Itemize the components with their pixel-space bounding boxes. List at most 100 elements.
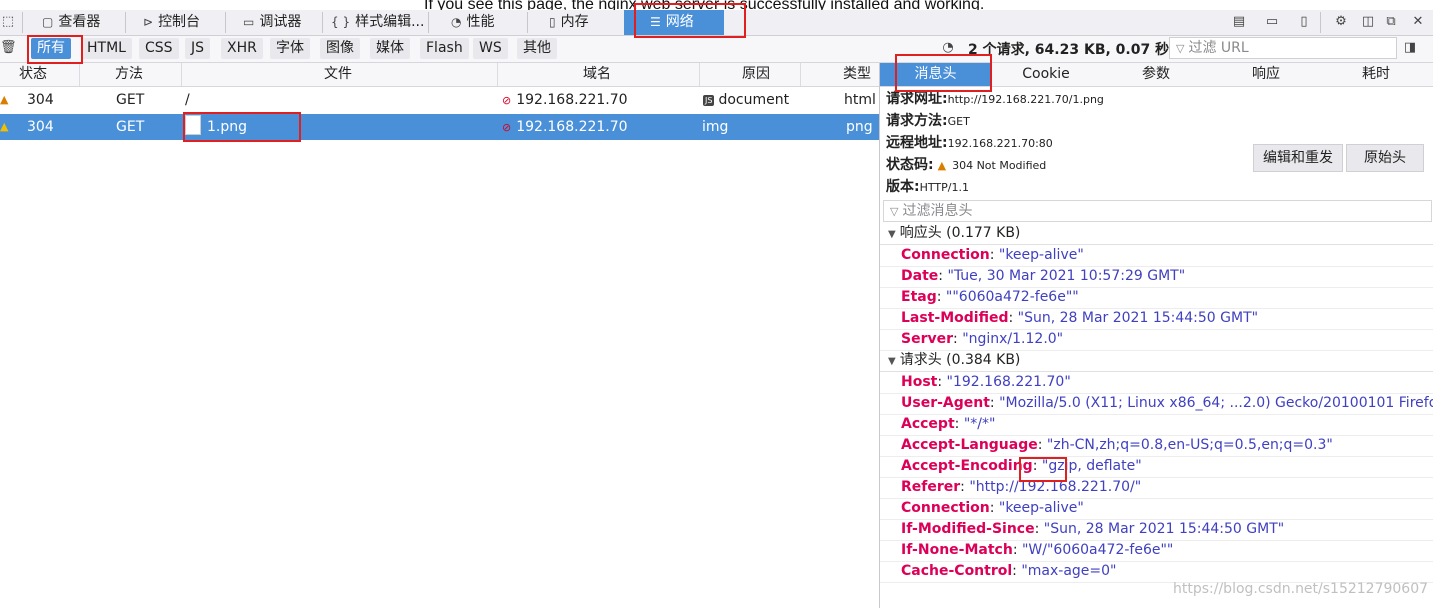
gear-icon[interactable]: ⚙	[1333, 14, 1349, 30]
tab-cookies[interactable]: Cookie	[991, 63, 1101, 86]
tab-response[interactable]: 响应	[1211, 63, 1321, 86]
header-row[interactable]: If-None-Match: "W/"6060a472-fe6e""	[880, 540, 1433, 562]
filter-media[interactable]: 媒体	[370, 38, 410, 59]
tab-memory[interactable]: ▯ 内存	[549, 10, 589, 35]
close-icon[interactable]: ✕	[1410, 14, 1426, 30]
header-row[interactable]: Server: "nginx/1.12.0"	[880, 329, 1433, 351]
undock-icon[interactable]: ⧉	[1383, 14, 1399, 30]
response-headers-group[interactable]: ▼ 响应头 (0.177 KB)	[880, 223, 1433, 245]
tab-label: 样式编辑...	[355, 14, 425, 30]
tab-label: 查看器	[58, 14, 101, 30]
header-name: Accept-Language	[901, 437, 1038, 453]
dock-layout-icon[interactable]: ▤	[1231, 14, 1247, 30]
column-status[interactable]: 状态	[19, 63, 47, 86]
header-filter-input[interactable]: ▽ 过滤消息头	[883, 200, 1432, 222]
raw-headers-button[interactable]: 原始头	[1346, 144, 1424, 172]
row-type: html	[844, 92, 876, 108]
header-entry: User-Agent: "Mozilla/5.0 (X11; Linux x86…	[901, 393, 1433, 414]
column-method[interactable]: 方法	[115, 63, 143, 86]
request-method-line: 请求方法:GET	[886, 110, 970, 130]
warning-icon: ▲	[937, 159, 947, 172]
header-value: "*/*"	[963, 416, 996, 432]
header-row[interactable]: Accept: "*/*"	[880, 414, 1433, 436]
responsive-design-icon[interactable]: ▯	[1296, 14, 1312, 30]
request-headers-group[interactable]: ▼ 请求头 (0.384 KB)	[880, 350, 1433, 372]
filter-css[interactable]: CSS	[139, 38, 179, 59]
insecure-connection-icon: ⊘	[502, 94, 512, 107]
row-status: 304	[27, 119, 54, 135]
header-name: Accept-Encoding	[901, 458, 1033, 474]
memory-icon: ▯	[549, 15, 556, 29]
url-filter-input[interactable]: ▽ 过滤 URL	[1169, 37, 1397, 59]
expand-triangle-icon: ▼	[888, 356, 896, 367]
header-row[interactable]: Host: "192.168.221.70"	[880, 372, 1433, 394]
status-code-label: 状态码:	[886, 157, 934, 173]
tab-inspector[interactable]: ▢ 查看器	[42, 10, 100, 35]
request-method-value: GET	[947, 115, 970, 128]
header-entry: Connection: "keep-alive"	[901, 247, 1084, 263]
header-value: "W/"6060a472-fe6e""	[1021, 542, 1174, 558]
table-row[interactable]: ▲ 304 GET / ⊘ 192.168.221.70 JS document h…	[0, 87, 879, 113]
filter-icon: ▽	[1176, 42, 1185, 55]
header-row[interactable]: Referer: "http://192.168.221.70/"	[880, 477, 1433, 499]
column-cause[interactable]: 原因	[742, 63, 770, 86]
column-file[interactable]: 文件	[324, 63, 352, 86]
column-type[interactable]: 类型	[843, 63, 871, 86]
header-row[interactable]: Accept-Language: "zh-CN,zh;q=0.8,en-US;q…	[880, 435, 1433, 457]
edit-and-resend-button[interactable]: 编辑和重发	[1253, 144, 1343, 172]
header-value: "Tue, 30 Mar 2021 10:57:29 GMT"	[947, 268, 1186, 284]
tab-params[interactable]: 参数	[1101, 63, 1211, 86]
header-value: ""6060a472-fe6e""	[945, 289, 1079, 305]
filter-other[interactable]: 其他	[517, 38, 557, 59]
tab-console[interactable]: ⊳ 控制台	[143, 10, 200, 35]
filter-xhr[interactable]: XHR	[221, 38, 263, 59]
toggle-sidebar-icon[interactable]: ◨	[1402, 40, 1418, 56]
tab-style-editor[interactable]: { } 样式编辑...	[331, 10, 424, 35]
warning-icon: ▲	[0, 93, 9, 106]
console-icon: ⊳	[143, 15, 154, 29]
tab-debugger[interactable]: ▭ 调试器	[243, 10, 301, 35]
filter-fonts[interactable]: 字体	[270, 38, 310, 59]
inspector-icon: ▢	[42, 15, 54, 29]
header-row[interactable]: Date: "Tue, 30 Mar 2021 10:57:29 GMT"	[880, 266, 1433, 288]
filter-html[interactable]: HTML	[81, 38, 132, 59]
header-value: "max-age=0"	[1021, 563, 1117, 579]
header-row[interactable]: Last-Modified: "Sun, 28 Mar 2021 15:44:5…	[880, 308, 1433, 330]
filter-js[interactable]: JS	[185, 38, 211, 59]
tab-timings[interactable]: 耗时	[1321, 63, 1431, 86]
row-cause-cell: JS document	[703, 87, 789, 113]
filter-ws[interactable]: WS	[473, 38, 508, 59]
filter-images[interactable]: 图像	[320, 38, 360, 59]
header-row[interactable]: Cache-Control: "max-age=0"	[880, 561, 1433, 583]
header-name: Accept	[901, 416, 955, 432]
header-value: "zh-CN,zh;q=0.8,en-US;q=0.5,en;q=0.3"	[1046, 437, 1333, 453]
header-value: "192.168.221.70"	[946, 374, 1071, 390]
dock-side-icon[interactable]: ◫	[1360, 14, 1376, 30]
header-filter-placeholder: 过滤消息头	[902, 203, 973, 219]
column-domain[interactable]: 域名	[583, 63, 611, 86]
trash-icon[interactable]: 🗑	[0, 40, 17, 56]
row-domain-cell: ⊘ 192.168.221.70	[502, 87, 628, 113]
header-row[interactable]: User-Agent: "Mozilla/5.0 (X11; Linux x86…	[880, 393, 1433, 415]
header-entry: Host: "192.168.221.70"	[901, 374, 1071, 390]
header-row[interactable]: Connection: "keep-alive"	[880, 245, 1433, 267]
header-row[interactable]: If-Modified-Since: "Sun, 28 Mar 2021 15:…	[880, 519, 1433, 541]
response-headers-title: 响应头 (0.177 KB)	[899, 225, 1021, 241]
filter-flash[interactable]: Flash	[420, 38, 469, 59]
header-entry: Accept: "*/*"	[901, 416, 996, 432]
network-filter-bar: 🗑 所有 HTML CSS JS XHR 字体 图像 媒体 Flash WS 其…	[0, 36, 1433, 63]
header-entry: Connection: "keep-alive"	[901, 500, 1084, 516]
header-name: Etag	[901, 289, 937, 305]
performance-icon: ◔	[451, 15, 462, 29]
table-row-selected[interactable]: ▲ 304 GET 1.png ⊘ 192.168.221.70 img png	[0, 114, 879, 140]
pick-element-icon[interactable]: ⬚	[0, 14, 16, 30]
row-cause: document	[718, 92, 790, 108]
tab-performance[interactable]: ◔ 性能	[451, 10, 494, 35]
header-entry: If-None-Match: "W/"6060a472-fe6e""	[901, 542, 1174, 558]
header-row[interactable]: Etag: ""6060a472-fe6e""	[880, 287, 1433, 309]
header-entry: Server: "nginx/1.12.0"	[901, 331, 1064, 347]
split-console-icon[interactable]: ▭	[1264, 14, 1280, 30]
remote-address-label: 远程地址:	[886, 135, 948, 151]
header-row[interactable]: Connection: "keep-alive"	[880, 498, 1433, 520]
header-row[interactable]: Accept-Encoding: "gzip, deflate"	[880, 456, 1433, 478]
